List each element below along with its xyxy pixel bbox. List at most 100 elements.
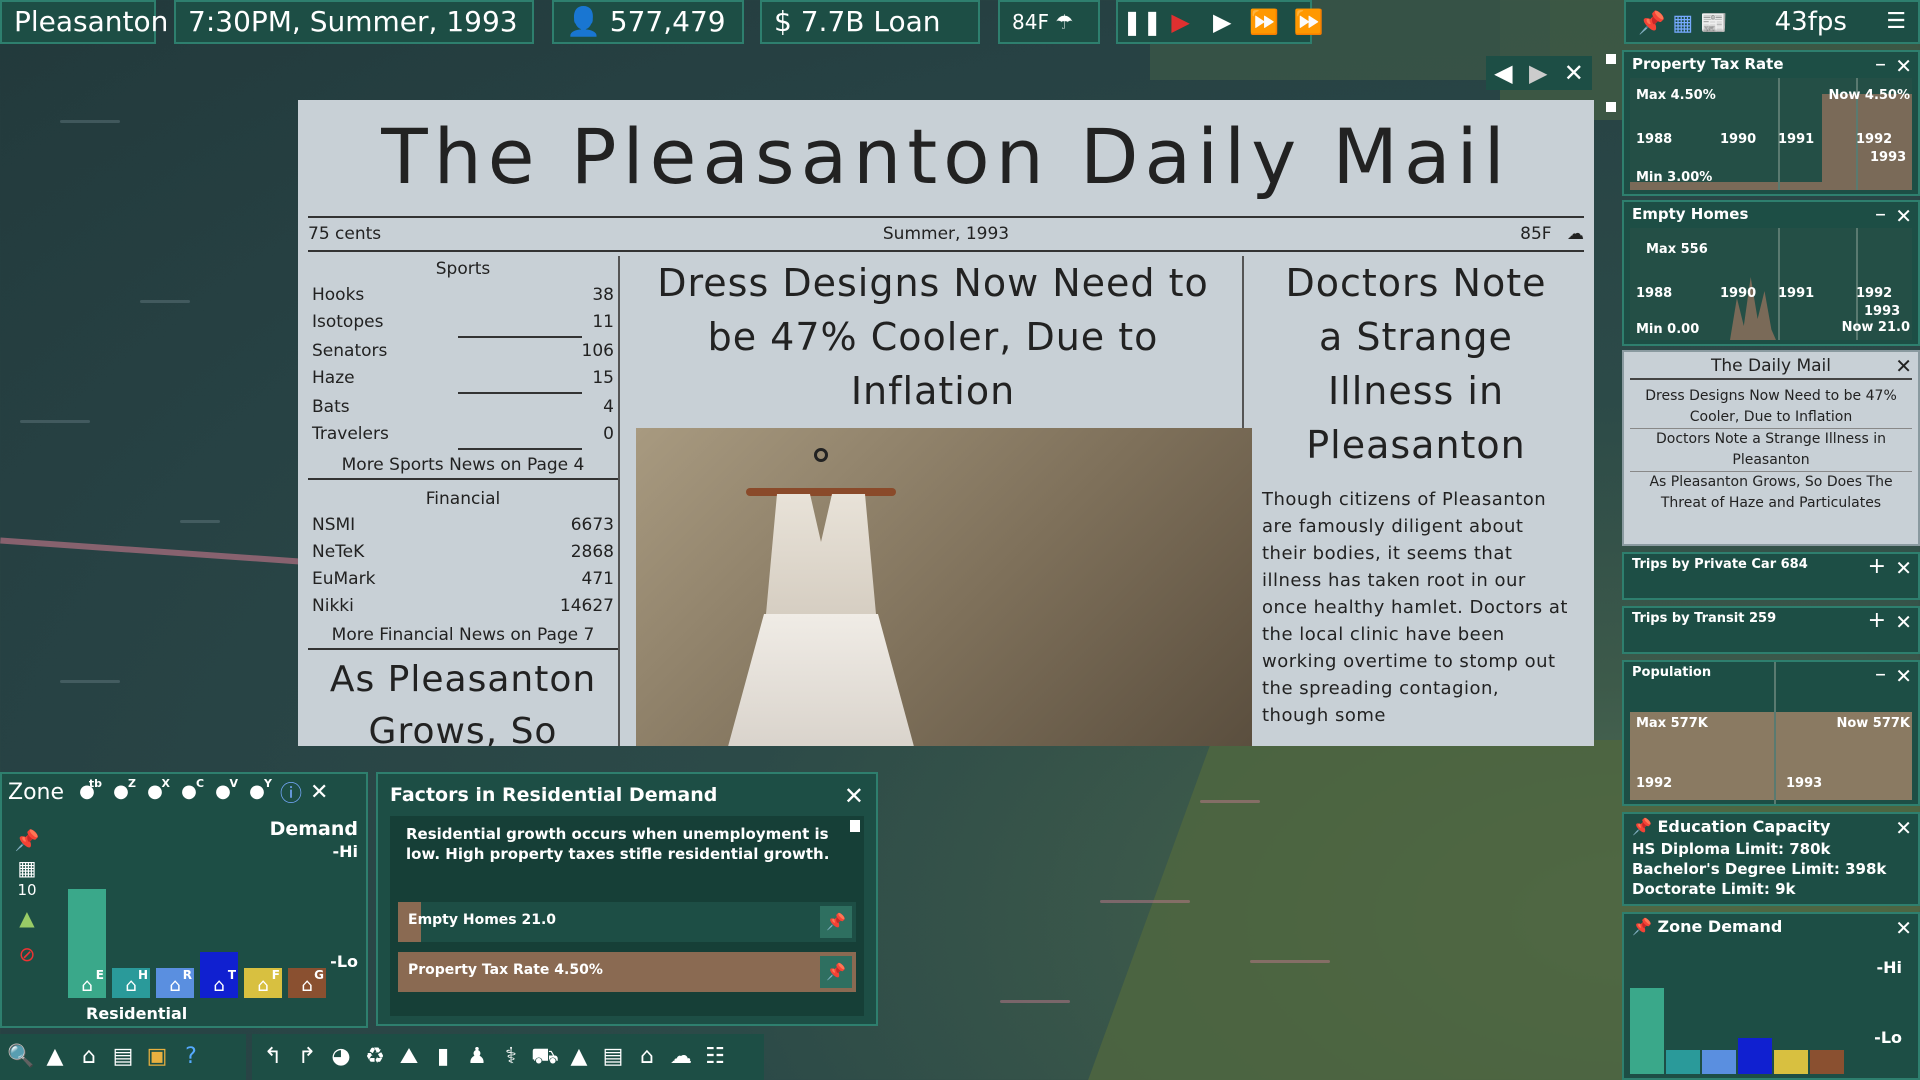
minimize-icon[interactable]: – <box>1875 662 1886 687</box>
road-icon[interactable]: ↰ <box>256 1040 290 1074</box>
home-icon[interactable]: ⌂ <box>630 1040 664 1074</box>
fastest-forward-icon[interactable]: ⏩ <box>1289 2 1329 42</box>
zone-bar-r[interactable]: ⌂ R <box>156 968 194 998</box>
pin-icon[interactable]: 📌 <box>1632 917 1652 936</box>
fast-forward-icon[interactable]: ⏩ <box>1247 2 1281 42</box>
more-financial-link[interactable]: More Financial News on Page 7 <box>308 620 618 650</box>
zone-bar-t[interactable]: ⌂ T <box>200 952 238 998</box>
zone-demand-panel[interactable]: 📌 Zone Demand ✕ -Hi -Lo <box>1622 912 1920 1080</box>
zone-letter: E <box>95 968 104 982</box>
city-name[interactable]: Pleasanton <box>0 0 168 44</box>
factor-row[interactable]: Property Tax Rate 4.50% 📌 <box>398 952 856 992</box>
close-icon[interactable]: ✕ <box>1895 916 1912 940</box>
newspaper-icon[interactable]: ☷ <box>698 1040 732 1074</box>
minimize-icon[interactable]: – <box>1875 52 1886 77</box>
close-icon[interactable]: ✕ <box>844 782 864 810</box>
education-capacity-panel[interactable]: 📌 Education Capacity ✕ HS Diploma Limit:… <box>1622 812 1920 906</box>
zone-bar-e[interactable] <box>1630 988 1664 1074</box>
previous-arrow-icon[interactable]: ◀ <box>1494 59 1512 87</box>
close-newspaper-icon[interactable]: ✕ <box>1564 59 1584 87</box>
money-display[interactable]: $ 7.7B Loan <box>760 0 980 44</box>
col1-headline[interactable]: As Pleasanton Grows, So <box>308 654 618 746</box>
zone-bar-f[interactable]: ⌂ F <box>244 968 282 998</box>
close-icon[interactable]: ✕ <box>1895 816 1912 840</box>
grid-icon[interactable]: ▦ <box>1672 11 1693 36</box>
pin-icon[interactable]: 📌 <box>820 956 852 988</box>
medical-icon[interactable]: ⚕ <box>494 1040 528 1074</box>
minimize-icon[interactable]: – <box>1875 202 1886 227</box>
zone-bar-g[interactable] <box>1810 1050 1844 1074</box>
newspaper-icon[interactable]: 📰 <box>1700 11 1727 36</box>
zone-bar-f[interactable] <box>1774 1050 1808 1074</box>
close-icon[interactable]: ✕ <box>1895 204 1912 228</box>
zone-tool-y-icon[interactable]: ● Y <box>240 777 274 807</box>
expand-icon[interactable]: + <box>1868 608 1886 633</box>
close-icon[interactable]: ✕ <box>1895 354 1912 378</box>
empty-homes-chart[interactable]: Empty Homes – ✕ Max 556 Min 0.00 Now 21.… <box>1622 200 1920 346</box>
hat-icon[interactable]: ◕ <box>324 1040 358 1074</box>
menu-icon[interactable]: ☰ <box>1886 2 1906 42</box>
close-icon[interactable]: ✕ <box>1895 556 1912 580</box>
landscape-icon[interactable]: ⛰ <box>392 1040 426 1074</box>
zone-demand-hi: -Hi <box>1876 958 1902 977</box>
close-icon[interactable]: ✕ <box>310 780 328 805</box>
pipe-icon[interactable]: ↱ <box>290 1040 324 1074</box>
no-zone-icon[interactable]: ⊘ <box>10 936 44 972</box>
weather-icon[interactable]: ☁ <box>664 1040 698 1074</box>
daily-mail-panel[interactable]: The Daily Mail ✕ Dress Designs Now Need … <box>1622 350 1920 546</box>
zone-bar-e[interactable]: ⌂ E <box>68 889 106 998</box>
zone-tool-c-icon[interactable]: ● C <box>172 777 206 807</box>
house-icon[interactable]: ⌂ <box>72 1040 106 1074</box>
pin-icon[interactable]: 📌 <box>820 906 852 938</box>
shop-icon[interactable]: ▣ <box>140 1040 174 1074</box>
zone-bar-t[interactable] <box>1738 1038 1772 1074</box>
property-tax-chart[interactable]: Property Tax Rate – ✕ Max 4.50% Now 4.50… <box>1622 50 1920 196</box>
play-icon[interactable]: ▶ <box>1205 2 1239 42</box>
zone-bar-r[interactable] <box>1702 1050 1736 1074</box>
factor-row[interactable]: Empty Homes 21.0 📌 <box>398 902 856 942</box>
road-warning-icon[interactable]: ▲ <box>38 1040 72 1074</box>
document-icon[interactable]: ▤ <box>596 1040 630 1074</box>
zone-tool-z-icon[interactable]: ● Z <box>104 777 138 807</box>
more-sports-link[interactable]: More Sports News on Page 4 <box>308 450 618 480</box>
side-headline[interactable]: Doctors Note a Strange Illness in Pleasa… <box>1248 256 1584 472</box>
close-icon[interactable]: ✕ <box>1895 610 1912 634</box>
info-icon[interactable]: ⓘ <box>280 776 302 808</box>
pin-icon[interactable]: 📌 <box>1638 11 1665 36</box>
water-icon[interactable]: ♻ <box>358 1040 392 1074</box>
pin-icon[interactable]: 📌 <box>10 822 44 858</box>
pause-icon[interactable]: ❚❚ <box>1122 2 1162 42</box>
building-count-icon[interactable]: ▦ 10 <box>10 858 44 900</box>
population-chart[interactable]: Population – ✕ Max 577K Now 577K 1992 19… <box>1622 660 1920 806</box>
daily-mail-headline[interactable]: Dress Designs Now Need to be 47% Cooler,… <box>1630 386 1912 429</box>
help-icon[interactable]: ? <box>174 1040 208 1074</box>
people-icon[interactable]: ♟ <box>460 1040 494 1074</box>
record-play-icon[interactable]: ▶ <box>1164 2 1198 42</box>
next-arrow-icon[interactable]: ▶ <box>1529 59 1547 87</box>
zone-bar-h[interactable] <box>1666 1050 1700 1074</box>
close-icon[interactable]: ✕ <box>1895 664 1912 688</box>
trips-private-car-panel[interactable]: Trips by Private Car 684 + ✕ <box>1622 552 1920 600</box>
close-icon[interactable]: ✕ <box>1895 54 1912 78</box>
zone-tool-tb-icon[interactable]: ● tb <box>70 777 104 807</box>
zone-bar-h[interactable]: ⌂ H <box>112 968 150 998</box>
daily-mail-headline[interactable]: As Pleasanton Grows, So Does The Threat … <box>1630 472 1912 514</box>
daily-mail-headline[interactable]: Doctors Note a Strange Illness in Pleasa… <box>1630 429 1912 472</box>
zone-tool-v-icon[interactable]: ● V <box>206 777 240 807</box>
tower-icon[interactable]: ▮ <box>426 1040 460 1074</box>
expand-icon[interactable]: + <box>1868 554 1886 579</box>
weather-display[interactable]: 84F ☂ <box>998 0 1100 44</box>
trips-transit-panel[interactable]: Trips by Transit 259 + ✕ <box>1622 606 1920 654</box>
cone-icon[interactable]: ▲ <box>562 1040 596 1074</box>
pin-icon[interactable]: 📌 <box>1632 817 1652 836</box>
date-time[interactable]: 7:30PM, Summer, 1993 <box>174 0 534 44</box>
zone-bar-g[interactable]: ⌂ G <box>288 968 326 998</box>
scrollbar-thumb[interactable] <box>850 820 860 832</box>
population-counter[interactable]: 👤 577,479 <box>552 0 744 44</box>
tree-icon[interactable]: ▲ <box>10 900 44 936</box>
main-headline[interactable]: Dress Designs Now Need to be 47% Cooler,… <box>624 256 1242 418</box>
car-icon[interactable]: ⛟ <box>528 1040 562 1074</box>
query-icon[interactable]: 🔍 <box>4 1040 38 1074</box>
zone-tool-x-icon[interactable]: ● X <box>138 777 172 807</box>
factory-icon[interactable]: ▤ <box>106 1040 140 1074</box>
